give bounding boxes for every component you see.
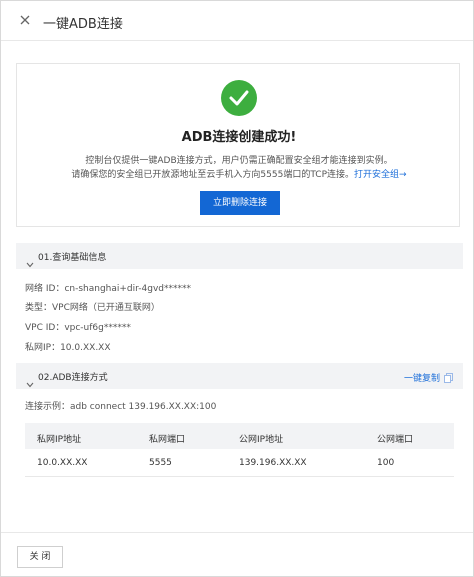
network-id-row: 网络 ID：cn-shanghai+dir-4gvd****** [25,284,191,294]
panel-title: 一键ADB连接 [43,17,123,32]
basic-info-section-header[interactable]: 01.查询基础信息 [16,243,463,269]
chevron-down-icon [26,373,34,388]
column-header: 公网IP地址 [239,435,284,445]
panel-header: 一键ADB连接 [1,1,473,41]
close-button[interactable]: 关 闭 [17,546,63,568]
column-header: 公网端口 [377,435,414,445]
adb-connection-panel: 一键ADB连接 ADB连接创建成功! 控制台仅提供一键ADB连接方式，用户仍需正… [0,0,474,577]
copy-all-label: 一键复制 [403,374,440,384]
close-icon[interactable] [17,12,33,28]
copy-all-button[interactable]: 一键复制 [404,371,453,384]
private-ip-cell: 10.0.XX.XX [37,458,88,468]
success-title: ADB连接创建成功! [181,130,297,145]
public-ip-cell: 139.196.XX.XX [239,458,307,468]
private-ip-row: 私网IP：10.0.XX.XX [25,343,111,353]
adb-section-title: 02.ADB连接方式 [38,373,108,383]
vpc-id-row: VPC ID：vpc-uf6g****** [25,323,131,333]
description-line-1: 控制台仅提供一键ADB连接方式，用户仍需正确配置安全组才能连接到实例。 [85,156,393,166]
delete-connection-button[interactable]: 立即删除连接 [200,191,280,215]
network-type-row: 类型：VPC网络（已开通互联网） [25,303,160,313]
chevron-down-icon [26,253,34,268]
success-description: 控制台仅提供一键ADB连接方式，用户仍需正确配置安全组才能连接到实例。 请确保您… [17,154,461,182]
open-security-group-link[interactable]: 打开安全组→ [354,170,407,180]
basic-info-title: 01.查询基础信息 [38,253,107,263]
column-header: 私网IP地址 [37,435,82,445]
panel-footer: 关 闭 [1,532,473,577]
table-header: 私网IP地址 私网端口 公网IP地址 公网端口 [25,423,454,449]
copy-icon [444,372,453,383]
column-header: 私网端口 [149,435,186,445]
public-port-cell: 100 [377,458,395,468]
connection-example: 连接示例：adb connect 139.196.XX.XX:100 [25,402,217,412]
private-port-cell: 5555 [149,458,172,468]
description-line-2-text: 请确保您的安全组已开放源地址至云手机入方向5555端口的TCP连接。 [71,170,355,180]
success-card: ADB连接创建成功! 控制台仅提供一键ADB连接方式，用户仍需正确配置安全组才能… [16,63,460,227]
description-line-2: 请确保您的安全组已开放源地址至云手机入方向5555端口的TCP连接。打开安全组→ [17,168,461,182]
adb-section-header[interactable]: 02.ADB连接方式 一键复制 [16,363,463,389]
success-check-icon [221,80,257,116]
table-row: 10.0.XX.XX 5555 139.196.XX.XX 100 [25,449,454,477]
